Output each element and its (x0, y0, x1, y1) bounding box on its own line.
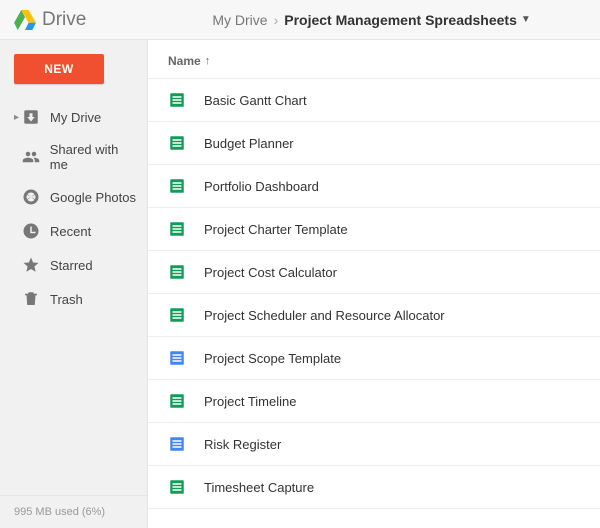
drive-logo-icon (14, 10, 36, 30)
sidebar-item-photos[interactable]: Google Photos (0, 180, 147, 214)
file-list: Basic Gantt Chart Budget Planner Portfolio… (148, 79, 600, 509)
doc-file-icon (168, 349, 186, 367)
breadcrumb-current-label: Project Management Spreadsheets (284, 12, 517, 28)
column-header-label: Name (168, 54, 201, 68)
sidebar-item-label: Starred (50, 258, 93, 273)
photos-icon (22, 188, 40, 206)
file-name: Project Scope Template (204, 351, 341, 366)
sidebar-item-label: Shared with me (50, 142, 137, 172)
file-name: Project Cost Calculator (204, 265, 337, 280)
file-name: Portfolio Dashboard (204, 179, 319, 194)
sheet-file-icon (168, 478, 186, 496)
file-name: Risk Register (204, 437, 281, 452)
file-item[interactable]: Budget Planner (148, 122, 600, 165)
breadcrumb-separator-icon: › (274, 12, 279, 28)
sidebar-item-label: Trash (50, 292, 83, 307)
sheet-file-icon (168, 263, 186, 281)
sort-asc-icon: ↑ (205, 55, 211, 67)
chevron-down-icon: ▼ (521, 14, 531, 25)
file-item[interactable]: Timesheet Capture (148, 466, 600, 509)
doc-file-icon (168, 435, 186, 453)
file-item[interactable]: Basic Gantt Chart (148, 79, 600, 122)
sidebar-item-label: Recent (50, 224, 91, 239)
file-item[interactable]: Project Timeline (148, 380, 600, 423)
sidebar-nav: ▸ My Drive Shared with me Google Photos Rece… (0, 100, 147, 316)
sheet-file-icon (168, 392, 186, 410)
storage-usage[interactable]: 995 MB used (6%) (0, 495, 147, 528)
column-header-name[interactable]: Name ↑ (148, 40, 600, 79)
expand-icon: ▸ (14, 112, 22, 123)
shared-icon (22, 148, 40, 166)
file-item[interactable]: Project Charter Template (148, 208, 600, 251)
sheet-file-icon (168, 134, 186, 152)
sidebar-item-shared[interactable]: Shared with me (0, 134, 147, 180)
header: Drive My Drive › Project Management Spre… (0, 0, 600, 40)
sheet-file-icon (168, 220, 186, 238)
trash-icon (22, 290, 40, 308)
file-item[interactable]: Project Cost Calculator (148, 251, 600, 294)
file-item[interactable]: Portfolio Dashboard (148, 165, 600, 208)
sidebar-item-trash[interactable]: Trash (0, 282, 147, 316)
sidebar: NEW ▸ My Drive Shared with me Google Photos… (0, 40, 148, 528)
app-logo[interactable]: Drive (14, 9, 86, 31)
app-name: Drive (42, 9, 86, 31)
main: Name ↑ Basic Gantt Chart Budget Planner Po… (148, 40, 600, 528)
sidebar-item-drive[interactable]: ▸ My Drive (0, 100, 147, 134)
file-name: Basic Gantt Chart (204, 93, 307, 108)
file-item[interactable]: Project Scope Template (148, 337, 600, 380)
breadcrumb: My Drive › Project Management Spreadshee… (212, 12, 530, 28)
file-name: Project Timeline (204, 394, 296, 409)
sidebar-item-starred[interactable]: Starred (0, 248, 147, 282)
sidebar-item-label: My Drive (50, 110, 101, 125)
breadcrumb-current[interactable]: Project Management Spreadsheets ▼ (284, 12, 531, 28)
sheet-file-icon (168, 91, 186, 109)
file-item[interactable]: Risk Register (148, 423, 600, 466)
app-body: NEW ▸ My Drive Shared with me Google Photos… (0, 40, 600, 528)
file-item[interactable]: Project Scheduler and Resource Allocator (148, 294, 600, 337)
file-name: Timesheet Capture (204, 480, 314, 495)
sheet-file-icon (168, 306, 186, 324)
breadcrumb-root[interactable]: My Drive (212, 12, 267, 28)
sidebar-item-label: Google Photos (50, 190, 136, 205)
file-name: Project Charter Template (204, 222, 348, 237)
sheet-file-icon (168, 177, 186, 195)
drive-icon (22, 108, 40, 126)
sidebar-item-recent[interactable]: Recent (0, 214, 147, 248)
file-name: Project Scheduler and Resource Allocator (204, 308, 445, 323)
file-name: Budget Planner (204, 136, 294, 151)
new-button[interactable]: NEW (14, 54, 104, 84)
starred-icon (22, 256, 40, 274)
recent-icon (22, 222, 40, 240)
